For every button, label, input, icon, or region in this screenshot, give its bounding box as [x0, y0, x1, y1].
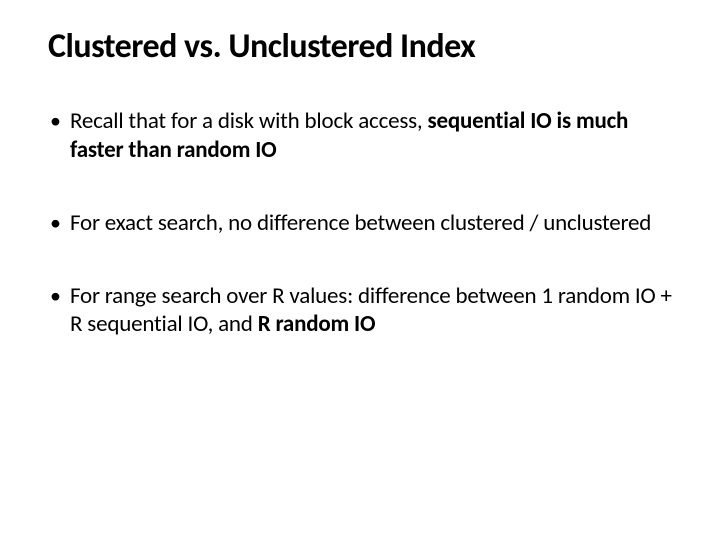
slide-title: Clustered vs. Unclustered Index: [48, 28, 672, 65]
bullet-item: For exact search, no difference between …: [48, 209, 672, 238]
bullet-item: Recall that for a disk with block access…: [48, 107, 672, 165]
bullet-text-bold2: random IO: [177, 136, 277, 164]
bullet-list: Recall that for a disk with block access…: [48, 107, 672, 339]
bullet-text-pre: Recall that for a disk with block access…: [70, 107, 427, 135]
bullet-text-bold: R random IO: [258, 310, 376, 338]
bullet-item: For range search over R values: differen…: [48, 282, 672, 340]
bullet-text-pre: For exact search, no difference between …: [70, 209, 651, 237]
